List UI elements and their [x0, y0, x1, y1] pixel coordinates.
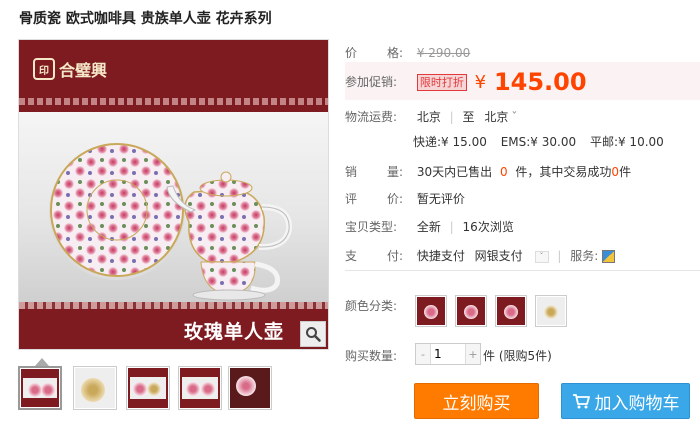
- chevron-down-icon[interactable]: ˇ: [534, 250, 549, 263]
- quantity-input[interactable]: [430, 344, 466, 364]
- color-option-2[interactable]: [455, 295, 487, 327]
- condition: 全新: [416, 220, 441, 234]
- payment-row: 支付: 快捷支付 网银支付 ˇ | 服务:: [345, 247, 616, 264]
- seal-icon: 印: [33, 58, 55, 80]
- thumbnail-3[interactable]: [126, 366, 170, 410]
- original-price: ¥ 290.00: [416, 46, 471, 60]
- payment-label: 支付:: [345, 249, 403, 263]
- brand-logo: 印 合璧興: [33, 56, 107, 82]
- quantity-increment-button[interactable]: +: [466, 344, 480, 364]
- product-title: 骨质瓷 欧式咖啡具 贵族单人壶 花卉系列: [19, 11, 272, 27]
- chevron-down-icon[interactable]: ˇ: [511, 110, 517, 124]
- sales-prefix: 30天内已售出: [416, 165, 493, 179]
- thumbnail-2[interactable]: [73, 366, 117, 410]
- cart-icon: [572, 394, 590, 409]
- express-fee: ¥ 15.00: [441, 135, 487, 149]
- quantity-decrement-button[interactable]: -: [416, 344, 430, 364]
- sales-label: 销量:: [345, 165, 403, 179]
- promo-currency: ¥: [474, 71, 487, 93]
- ems-label: EMS:: [500, 135, 531, 149]
- price-label: 价格:: [345, 46, 403, 60]
- add-to-cart-label: 加入购物车: [594, 393, 680, 414]
- sold-count: 0: [499, 165, 508, 179]
- color-label: 颜色分类:: [345, 299, 398, 313]
- success-count: 0: [611, 165, 620, 179]
- color-label-row: 颜色分类:: [345, 297, 413, 314]
- sales-row: 销量: 30天内已售出 0 件，其中交易成功0件: [345, 163, 631, 180]
- image-caption: 玫瑰单人壶: [183, 321, 284, 343]
- ems-fee: ¥ 30.00: [530, 135, 577, 149]
- promo-price-row: 参加促销: 限时打折 ¥ 145.00: [345, 68, 587, 96]
- original-price-row: 价格: ¥ 290.00: [345, 44, 470, 61]
- service-guarantee-icon[interactable]: [602, 250, 616, 263]
- ship-separator: |: [449, 110, 454, 124]
- shipping-row: 物流运费: 北京 | 至 北京 ˇ: [345, 108, 517, 125]
- active-thumb-indicator: [35, 358, 49, 366]
- buy-now-button[interactable]: 立刻购买: [414, 383, 539, 419]
- thumbnail-strip: [18, 366, 278, 410]
- quantity-stepper: - +: [415, 343, 481, 365]
- brand-logo-text: 合璧興: [59, 61, 108, 80]
- review-value[interactable]: 暂无评价: [417, 192, 465, 206]
- section-divider: [345, 270, 700, 271]
- sales-suffix: 件: [619, 165, 632, 179]
- decorative-border: [19, 302, 328, 309]
- mail-label: 平邮:: [589, 135, 618, 149]
- color-option-3[interactable]: [495, 295, 527, 327]
- main-product-image[interactable]: 印 合璧興 玫瑰单人壶: [18, 39, 329, 350]
- quantity-label-row: 购买数量:: [345, 347, 413, 364]
- ship-to-select[interactable]: 北京 ˇ: [484, 110, 517, 124]
- payment-method-bank[interactable]: 网银支付: [475, 249, 523, 263]
- teapot-set-illustration: [49, 143, 293, 301]
- thumbnail-4[interactable]: [178, 366, 222, 410]
- mail-fee: ¥ 10.00: [617, 135, 664, 149]
- review-row: 评价: 暂无评价: [345, 190, 465, 207]
- shipping-fees-row: 快递:¥ 15.00 EMS:¥ 30.00 平邮:¥ 10.00: [413, 133, 664, 150]
- add-to-cart-button[interactable]: 加入购物车: [561, 383, 690, 419]
- discount-badge: 限时打折: [416, 73, 467, 91]
- decorative-border: [19, 98, 328, 105]
- item-type-label: 宝贝类型:: [345, 220, 398, 234]
- view-count: 16次浏览: [462, 220, 514, 234]
- express-label: 快递:: [413, 135, 442, 149]
- shipping-label: 物流运费:: [345, 110, 398, 124]
- ship-to-prefix: 至: [462, 110, 475, 124]
- magnifier-icon[interactable]: [300, 321, 326, 347]
- ship-to[interactable]: 北京: [484, 110, 508, 124]
- quantity-label: 购买数量:: [345, 349, 398, 363]
- item-type-row: 宝贝类型: 全新 | 16次浏览: [345, 218, 514, 235]
- color-option-4[interactable]: [535, 295, 567, 327]
- thumbnail-5[interactable]: [228, 366, 272, 410]
- promo-label: 参加促销:: [345, 74, 398, 89]
- quantity-limit-note: 件 (限购5件): [483, 349, 552, 363]
- payment-method-quick[interactable]: 快捷支付: [417, 249, 465, 263]
- promo-price: 145.00: [493, 68, 587, 96]
- thumbnail-1[interactable]: [18, 366, 62, 410]
- sales-middle: 件，其中交易成功: [515, 165, 612, 179]
- color-option-1[interactable]: [415, 295, 447, 327]
- service-label: 服务:: [570, 249, 599, 263]
- review-label: 评价:: [345, 192, 403, 206]
- ship-from: 北京: [416, 110, 441, 124]
- type-separator: |: [449, 220, 454, 234]
- payment-separator: |: [557, 249, 562, 263]
